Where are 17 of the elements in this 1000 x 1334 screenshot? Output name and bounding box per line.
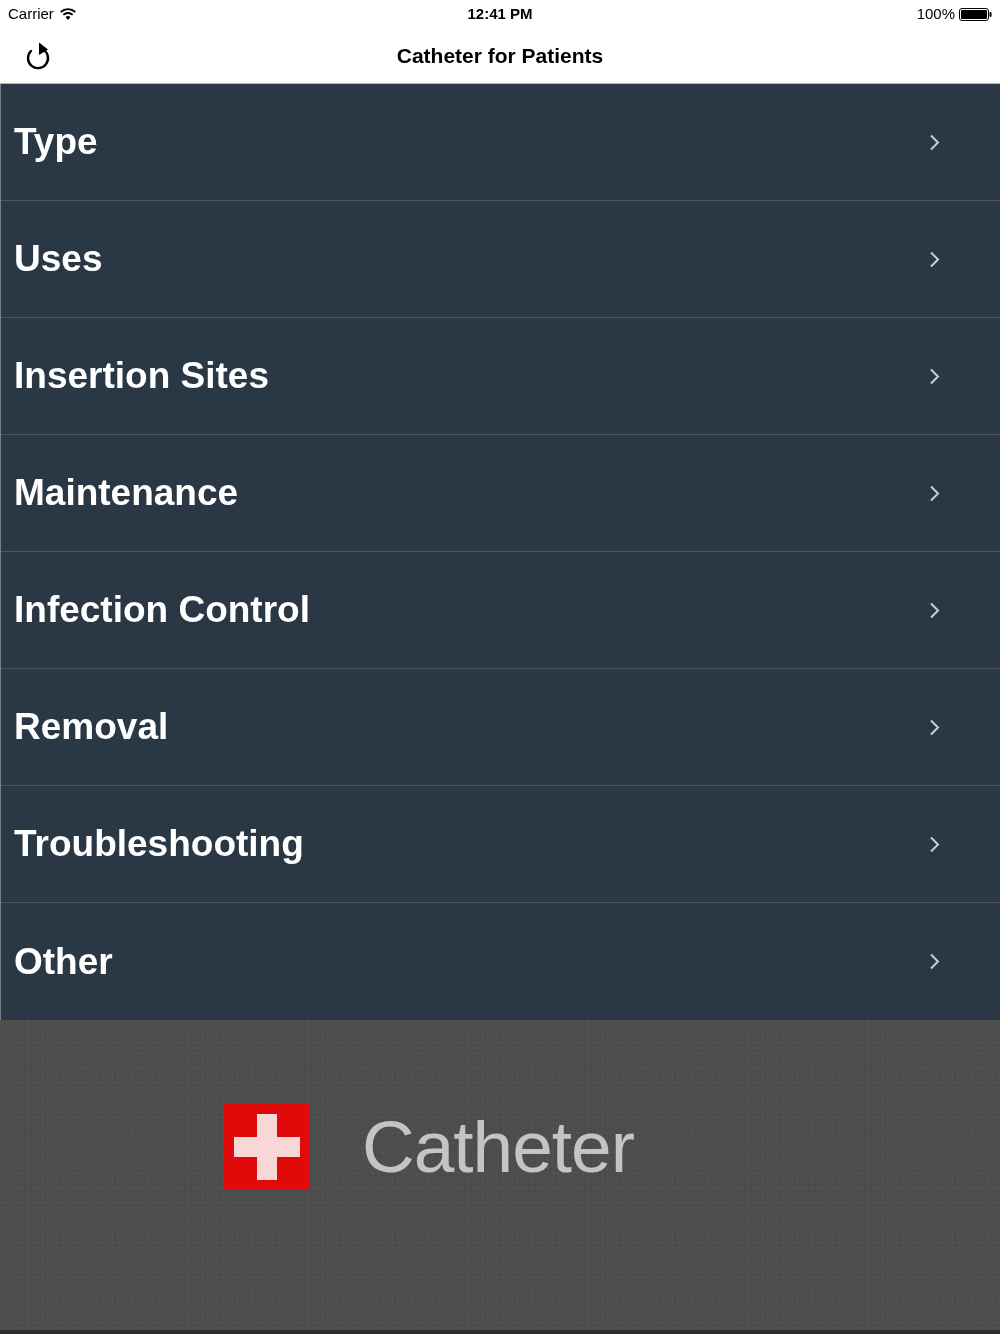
battery-percentage: 100%	[916, 3, 955, 24]
chevron-right-icon	[929, 250, 940, 268]
battery-icon	[959, 7, 992, 21]
clock-time: 12:41 PM	[467, 3, 533, 24]
chevron-right-icon	[929, 484, 940, 502]
chevron-right-icon	[929, 835, 940, 853]
chevron-right-icon	[929, 367, 940, 385]
chevron-right-icon	[929, 133, 940, 151]
screen-title: Catheter for Patients	[396, 42, 604, 69]
cross-logo-icon	[224, 1104, 310, 1190]
refresh-icon	[26, 41, 52, 70]
chevron-right-icon	[929, 718, 940, 736]
carrier-name: Carrier	[8, 3, 54, 24]
logo-text: Catheter	[362, 1110, 634, 1183]
chevron-right-icon	[929, 601, 940, 619]
wifi-icon	[59, 8, 76, 20]
chevron-right-icon	[929, 953, 940, 970]
